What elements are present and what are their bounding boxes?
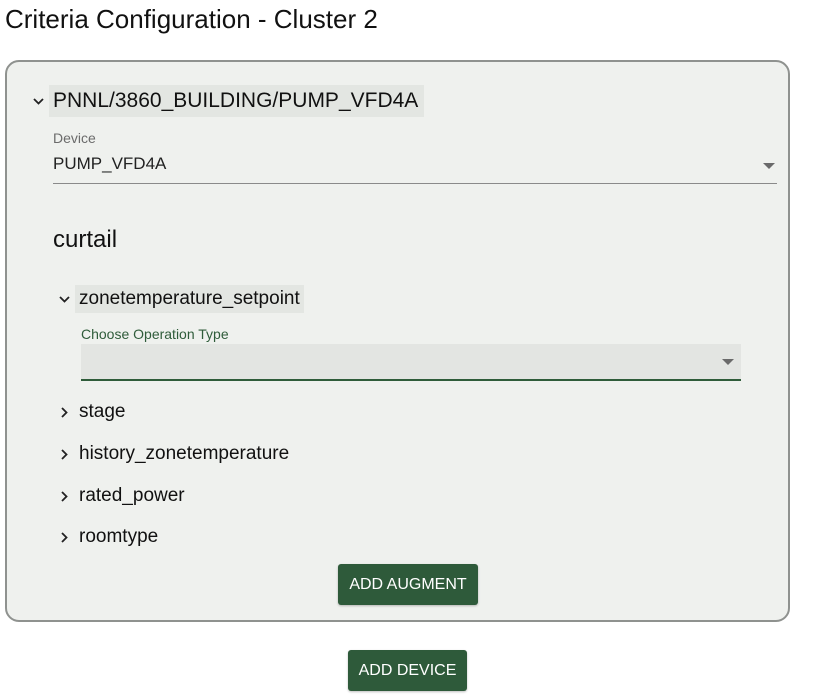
chevron-right-icon [53,490,75,502]
point-toggle-rated-power[interactable]: rated_power [53,481,189,511]
caret-down-icon [763,163,775,169]
operation-type-label: Choose Operation Type [81,326,229,342]
device-path-toggle[interactable]: PNNL/3860_BUILDING/PUMP_VFD4A [27,85,425,117]
chevron-down-icon [27,97,49,105]
add-device-button[interactable]: ADD DEVICE [348,650,467,691]
chevron-right-icon [53,406,75,418]
page-title: Criteria Configuration - Cluster 2 [5,4,378,34]
curtail-heading: curtail [53,226,118,253]
device-select-value: PUMP_VFD4A [53,154,167,173]
point-toggle-zonetemperature-setpoint[interactable]: zonetemperature_setpoint [53,284,304,314]
chevron-down-icon [53,295,75,303]
chevron-right-icon [53,448,75,460]
device-card: PNNL/3860_BUILDING/PUMP_VFD4A Device PUM… [5,60,790,622]
point-toggle-history-zonetemperature[interactable]: history_zonetemperature [53,439,293,469]
point-toggle-roomtype[interactable]: roomtype [53,522,162,552]
point-label: rated_power [79,485,185,506]
point-label: roomtype [79,526,159,547]
device-field-label: Device [53,130,96,146]
point-label: history_zonetemperature [79,443,290,464]
point-label: zonetemperature_setpoint [75,285,304,313]
chevron-right-icon [53,531,75,543]
point-toggle-stage[interactable]: stage [53,397,129,427]
caret-down-icon [722,359,734,365]
operation-type-select[interactable] [81,344,741,381]
device-select[interactable]: PUMP_VFD4A [53,151,777,184]
point-label: stage [79,401,126,422]
add-augment-button[interactable]: ADD AUGMENT [338,564,478,605]
device-path-label: PNNL/3860_BUILDING/PUMP_VFD4A [49,85,425,117]
